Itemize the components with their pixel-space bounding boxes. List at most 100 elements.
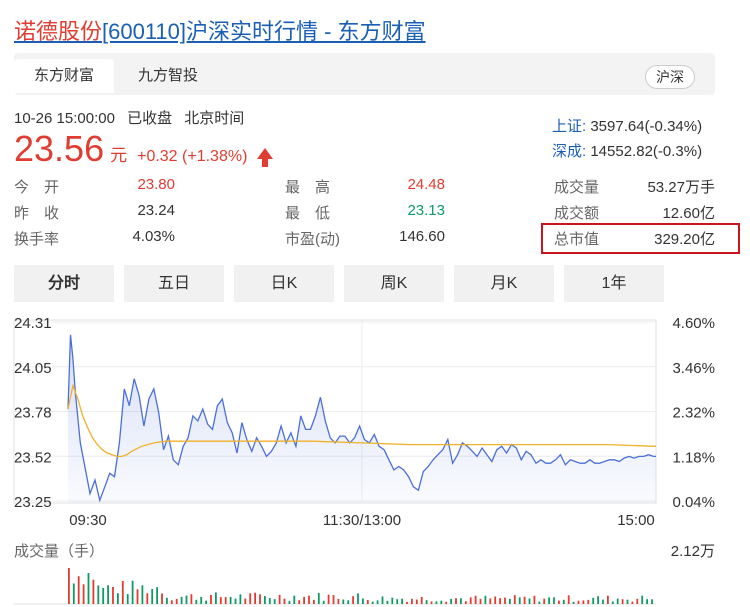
tab-jiufang[interactable]: 九方智投 <box>118 59 218 93</box>
volume-bar <box>190 594 193 604</box>
turnover-rate-label: 换手率 <box>14 231 60 248</box>
volume-bar <box>151 588 154 604</box>
volume-value: 53.27万手 <box>647 179 715 196</box>
amount-value: 12.60亿 <box>662 205 715 222</box>
volume-bar <box>464 601 467 604</box>
up-arrow-icon <box>257 148 274 167</box>
volume-bar <box>215 592 217 604</box>
volume-bar <box>445 601 448 604</box>
index-row-shanghai[interactable]: 上证: 3597.64(-0.34%) <box>552 118 702 143</box>
volume-label: 成交量 <box>554 179 600 196</box>
volume-max-label: 2.12万 <box>671 543 715 560</box>
volume-bar <box>107 585 109 604</box>
volume-bar <box>117 593 119 604</box>
volume-bar <box>455 598 457 604</box>
volume-bar <box>264 596 266 604</box>
volume-bar <box>288 600 291 604</box>
y-tick-label-right: 0.04% <box>672 494 715 511</box>
volume-bar <box>450 598 452 604</box>
y-tick-label-right: 1.18% <box>672 449 715 466</box>
volume-bar <box>166 597 168 604</box>
tab-intraday[interactable]: 分时 <box>14 265 114 302</box>
volume-bar <box>651 599 653 604</box>
volume-bar <box>268 598 271 604</box>
index-row-shenzhen[interactable]: 深成: 14552.82(-0.3%) <box>552 143 702 168</box>
volume-bar <box>308 595 310 604</box>
tab-eastmoney[interactable]: 东方财富 <box>14 59 115 93</box>
x-tick-label: 15:00 <box>617 512 655 529</box>
index-label[interactable]: 上证: <box>552 118 586 135</box>
prev-close-label: 昨 收 <box>14 205 60 222</box>
volume-bar <box>631 601 634 604</box>
y-tick-label-left: 24.31 <box>14 315 52 332</box>
volume-bar <box>582 600 585 604</box>
quote-datetime: 10-26 15:00:00 <box>14 110 115 127</box>
volume-bar <box>430 601 433 604</box>
y-tick-label-left: 23.25 <box>14 494 52 511</box>
tab-monthly-k[interactable]: 月K <box>454 265 554 302</box>
volume-bar <box>224 597 227 604</box>
index-value: 3597.64(-0.34%) <box>590 118 703 135</box>
volume-bar <box>509 598 511 604</box>
volume-bar <box>136 589 139 604</box>
volume-bar <box>396 599 399 604</box>
volume-bar <box>205 600 207 604</box>
volume-bar <box>126 594 129 604</box>
y-tick-label-right: 2.32% <box>672 405 715 422</box>
tab-one-year[interactable]: 1年 <box>564 265 664 302</box>
volume-bar <box>489 598 492 604</box>
y-tick-label-left: 23.78 <box>14 405 52 422</box>
last-price: 23.56 <box>14 128 105 169</box>
x-tick-label: 09:30 <box>69 512 107 529</box>
timezone-label: 北京时间 <box>184 110 245 127</box>
volume-bar <box>357 593 359 604</box>
index-label[interactable]: 深成: <box>552 143 586 160</box>
volume-bar <box>435 601 438 604</box>
volume-bar <box>533 595 536 604</box>
volume-bar <box>460 598 462 604</box>
volume-bar <box>72 583 75 604</box>
volume-bar <box>68 568 70 604</box>
intraday-chart[interactable]: 24.31 4.60% 24.05 3.46% 23.78 2.32% 23.52 1.18%… <box>0 305 750 607</box>
volume-bar <box>494 596 497 604</box>
title-rest[interactable]: [600110]沪深实时行情 - 东方财富 <box>102 19 426 44</box>
index-value: 14552.82(-0.3%) <box>590 143 703 160</box>
open-value: 23.80 <box>137 176 175 193</box>
volume-bar <box>87 573 90 604</box>
turnover-rate-value: 4.03% <box>132 228 175 245</box>
page-title[interactable]: 诺德股份[600110]沪深实时行情 - 东方财富 <box>14 14 426 46</box>
volume-bar <box>352 596 354 604</box>
volume-bar <box>636 598 639 604</box>
volume-bar <box>616 598 619 604</box>
volume-bar <box>239 594 242 604</box>
volume-bar <box>347 600 350 604</box>
volume-bar <box>376 600 379 604</box>
volume-bar <box>415 599 418 604</box>
volume-bar <box>97 585 100 604</box>
volume-bar <box>553 597 555 604</box>
stock-name[interactable]: 诺德股份 <box>14 19 102 44</box>
volume-bar <box>420 597 423 604</box>
y-tick-label-right: 3.46% <box>672 360 715 377</box>
quote-status: 10-26 15:00:00 已收盘 北京时间 <box>14 107 252 128</box>
volume-bar <box>317 592 320 604</box>
volume-bar <box>131 580 134 604</box>
volume-bar <box>342 599 345 604</box>
volume-bar <box>200 596 203 604</box>
exchange-toggle-button[interactable]: 沪深 <box>645 65 695 89</box>
volume-bar <box>523 596 526 604</box>
volume-bar <box>381 596 384 604</box>
tab-weekly-k[interactable]: 周K <box>344 265 444 302</box>
volume-bar <box>562 599 565 604</box>
tab-five-day[interactable]: 五日 <box>124 265 224 302</box>
low-value: 23.13 <box>407 202 445 219</box>
y-tick-label-left: 24.05 <box>14 360 52 377</box>
volume-bar <box>401 598 403 604</box>
market-cap-highlight-box <box>541 223 740 254</box>
volume-bar <box>112 587 114 604</box>
volume-bar <box>234 598 237 604</box>
tab-daily-k[interactable]: 日K <box>234 265 334 302</box>
volume-bar <box>273 599 276 604</box>
volume-bar <box>558 600 560 604</box>
volume-bar <box>283 598 286 604</box>
